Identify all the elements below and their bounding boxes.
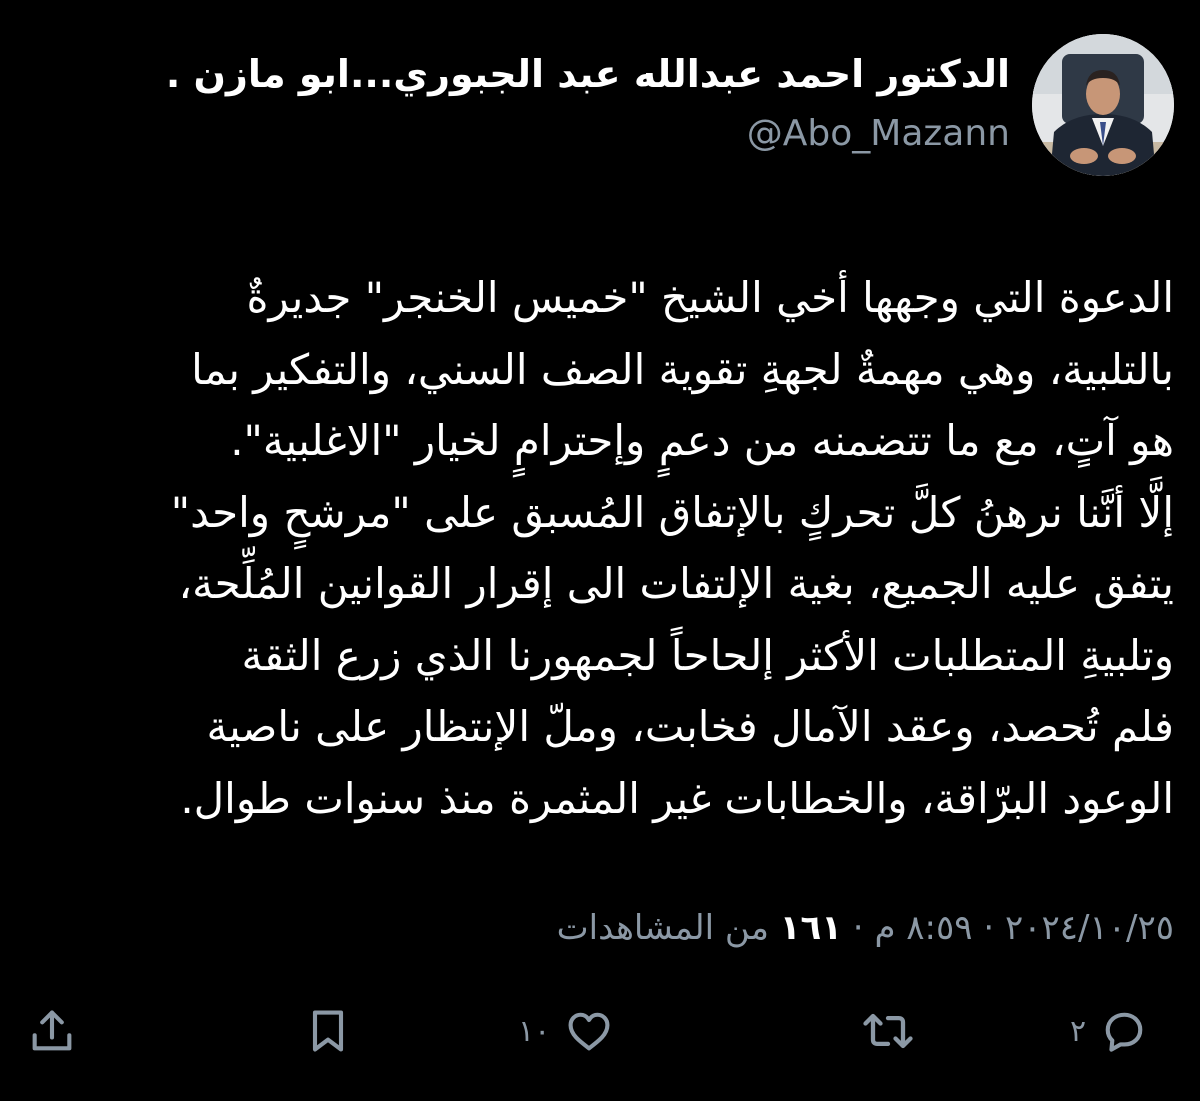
tweet-text-line: فلم تُحصد، وعقد الآمال فخابت، وملّ الإنت… [206,702,1174,751]
meta-separator: · [972,908,1005,948]
avatar-photo [1032,34,1174,176]
tweet-text-line: هو آتٍ، مع ما تتضمنه من دعمٍ وإحترامٍ لخ… [230,416,1174,465]
tweet-date[interactable]: ٢٠٢٤/١٠/٢٥ [1005,908,1174,948]
tweet-text-line: بالتلبية، وهي مهمةٌ لجهةِ تقوية الصف الس… [191,344,1174,394]
author-handle[interactable]: @Abo_Mazann [747,110,1010,158]
share-icon [32,1010,72,1051]
views-label: من المشاهدات [556,908,780,948]
tweet-text: الدعوة التي وجهها أخي الشيخ "خميس الخنجر… [30,262,1174,834]
tweet-time[interactable]: ٨:٥٩ م [874,908,972,948]
tweet-text-line: الدعوة التي وجهها أخي الشيخ "خميس الخنجر… [246,273,1174,322]
tweet-meta: ٢٠٢٤/١٠/٢٥ · ٨:٥٩ م · ١٦١ من المشاهدات [557,902,1174,954]
tweet-text-line: إلَّا أنَّنا نرهنُ كلَّ تحركٍ بالإتفاق ا… [170,487,1174,537]
tweet-text-line: وتلبيةِ المتطلبات الأكثر إلحاحاً لجمهورن… [241,630,1174,680]
author-display-name[interactable]: الدكتور احمد عبدالله عبد الجبوري...ابو م… [166,48,1010,100]
retweet-icon [863,1013,913,1049]
views-count: ١٦١ [779,908,842,948]
bookmark-button[interactable] [302,996,354,1066]
bookmark-icon [312,1010,344,1052]
retweet-button[interactable] [846,996,918,1066]
reply-count: ٢ [1070,1013,1087,1049]
like-button[interactable]: ١٠ [518,996,616,1066]
tweet-text-line: الوعود البرّاقة، والخطابات غير المثمرة م… [180,773,1174,823]
tweet-text-line: يتفق عليه الجميع، بغية الإلتفات الى إقرا… [178,559,1174,608]
author-avatar[interactable] [1032,34,1174,176]
meta-separator: · [842,908,875,948]
reply-button[interactable]: ٢ [1070,996,1150,1066]
heart-icon [568,1012,610,1051]
tweet-action-bar: ٢ ١٠ [0,996,1200,1066]
share-button[interactable] [26,996,78,1066]
like-count: ١٠ [518,1013,551,1049]
reply-icon [1105,1012,1143,1052]
